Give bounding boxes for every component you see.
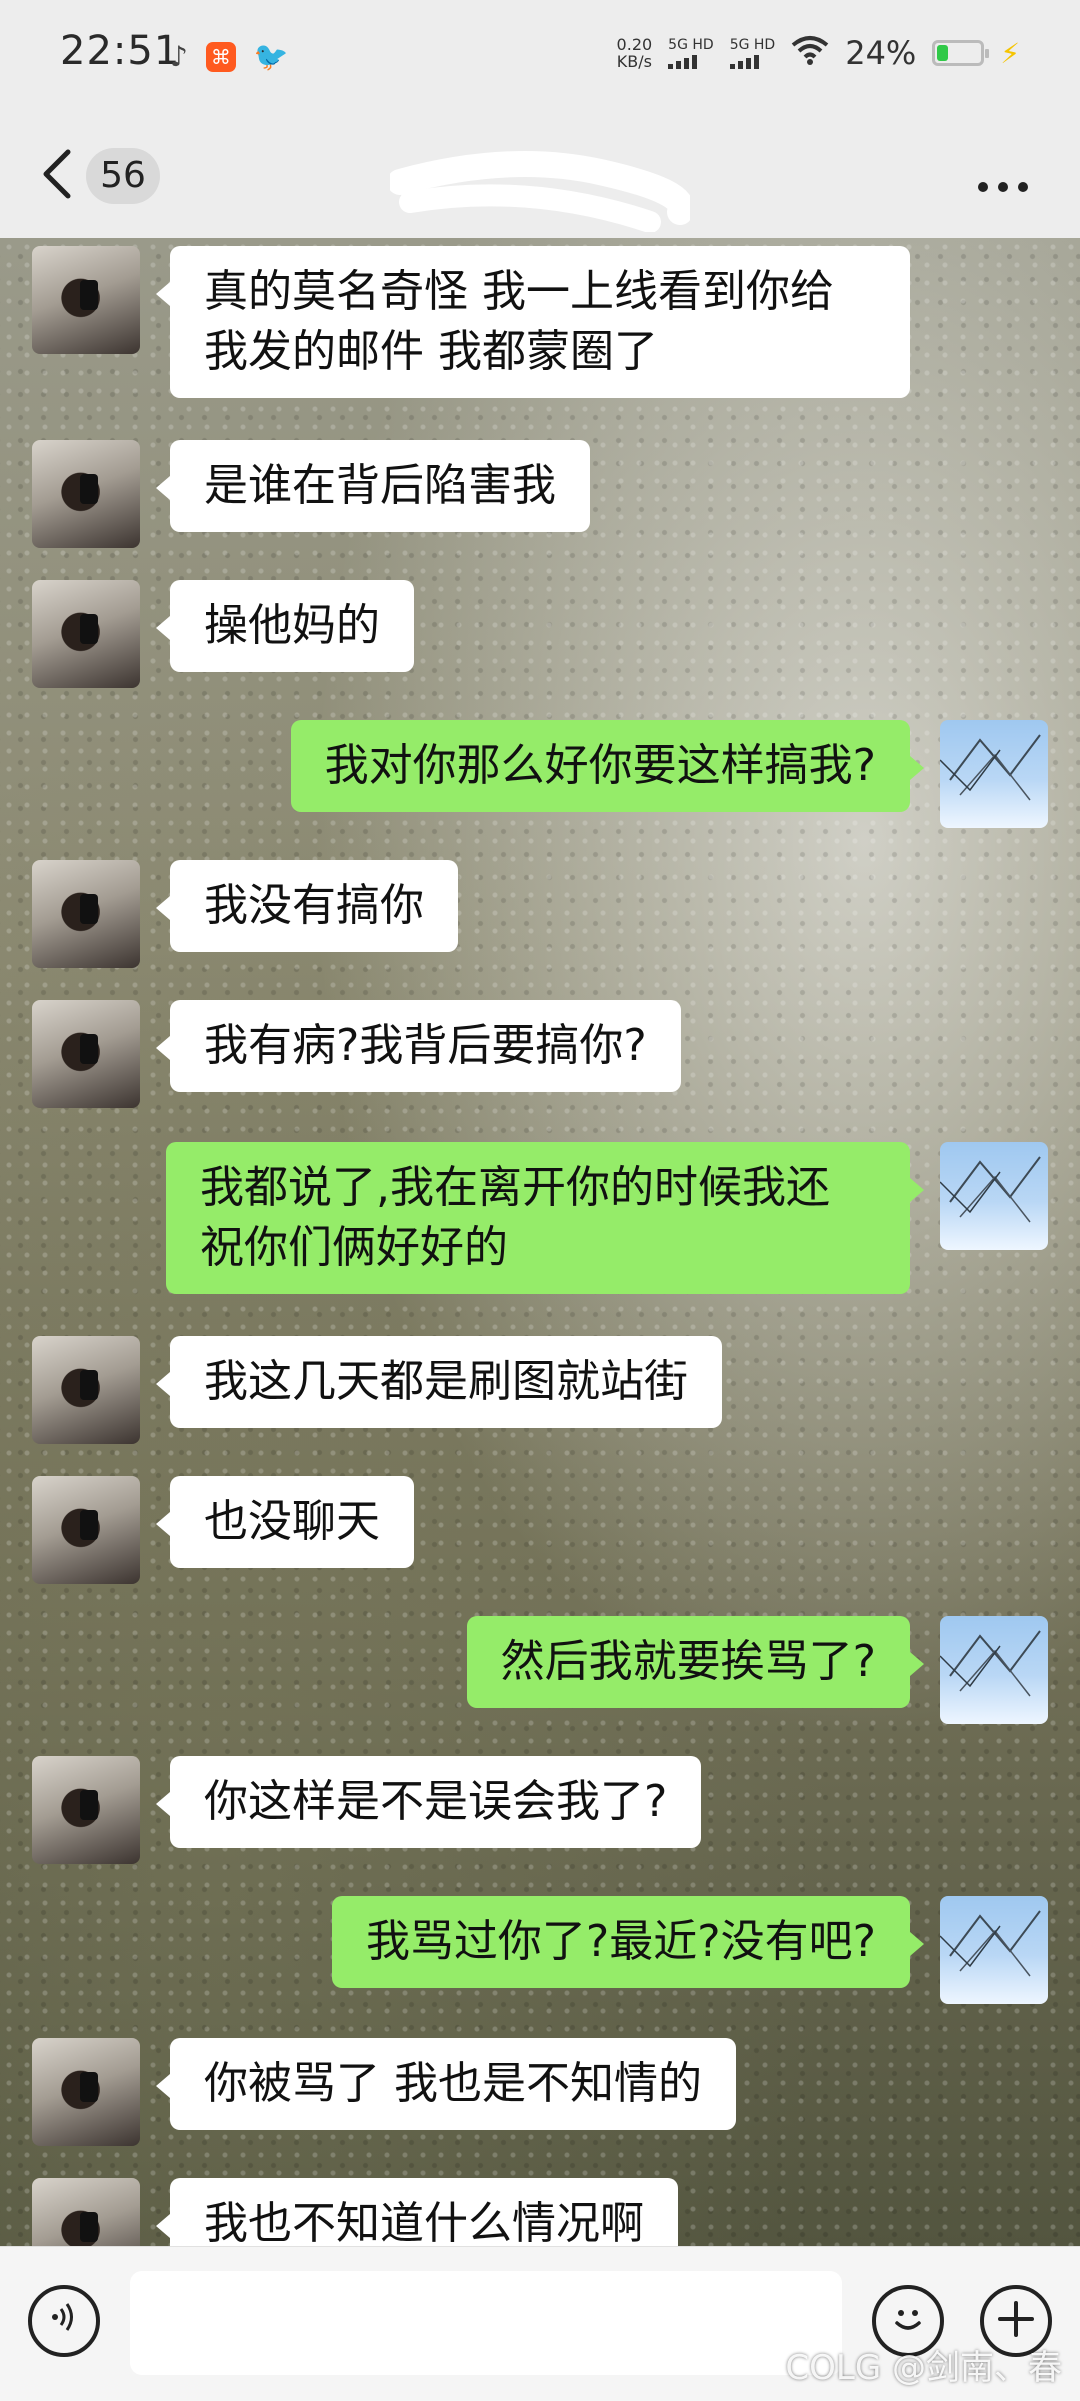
status-bar: 22:51 ♪ ⌘ 🐦 0.20 KB/s 5G HD 5G HD 24% ⚡ (0, 0, 1080, 118)
message-bubble[interactable]: 真的莫名奇怪 我一上线看到你给 我发的邮件 我都蒙圈了 (156, 246, 910, 398)
status-right: 0.20 KB/s 5G HD 5G HD 24% ⚡ (617, 34, 1020, 72)
self-avatar[interactable] (940, 1142, 1048, 1250)
voice-button[interactable] (28, 2285, 100, 2357)
battery-fill (937, 45, 948, 61)
status-time: 22:51 (60, 28, 181, 74)
contact-avatar[interactable] (32, 246, 140, 354)
message-bubble[interactable]: 我没有搞你 (156, 860, 458, 952)
message-bubble[interactable]: 我有病?我背后要搞你? (156, 1000, 681, 1092)
chat-message-list[interactable]: 真的莫名奇怪 我一上线看到你给 我发的邮件 我都蒙圈了 是谁在背后陷害我 操他妈… (0, 238, 1080, 2246)
message-text-line: 祝你们俩好好的 (200, 1222, 508, 1273)
signal-1: 5G HD (668, 37, 714, 69)
message-bubble[interactable]: 你这样是不是误会我了? (155, 1756, 702, 1848)
more-options-button[interactable] (976, 144, 1030, 207)
self-avatar[interactable] (940, 1896, 1048, 2004)
message-bubble[interactable]: 我也不知道什么情况啊 (156, 2178, 678, 2246)
network-speed-unit: KB/s (616, 52, 652, 71)
signal-bars-icon (668, 53, 698, 69)
signal-bars-icon (729, 53, 759, 69)
signal-1-label: 5G HD (668, 37, 714, 53)
message-text-line: 我发的邮件 我都蒙圈了 (204, 326, 658, 377)
message-bubble[interactable]: 也没聊天 (156, 1476, 414, 1568)
contact-avatar[interactable] (32, 1476, 140, 1584)
message-bubble[interactable]: 我这几天都是刷图就站街 (156, 1336, 722, 1428)
message-bubble[interactable]: 然后我就要挨骂了? (466, 1616, 925, 1708)
chevron-left-icon (38, 149, 74, 215)
message-bubble[interactable]: 你被骂了 我也是不知情的 (156, 2038, 736, 2130)
redaction-scribble (390, 151, 690, 232)
battery-percent: 24% (845, 34, 917, 72)
bird-icon: 🐦 (253, 40, 289, 73)
watermark: COLG @剑南、春 (785, 2348, 1062, 2388)
contact-avatar[interactable] (32, 580, 140, 688)
unread-count-badge[interactable]: 56 (86, 148, 160, 204)
contact-avatar[interactable] (32, 1000, 140, 1108)
message-text-line: 我都说了,我在离开你的时候我还 (200, 1162, 830, 1213)
wifi-icon (791, 35, 829, 72)
message-bubble[interactable]: 我对你那么好你要这样搞我? (290, 720, 925, 812)
music-note-icon: ♪ (170, 40, 188, 73)
emoji-icon (886, 2297, 930, 2345)
message-input[interactable] (130, 2271, 842, 2375)
charging-bolt-icon: ⚡ (1000, 36, 1020, 70)
contact-avatar[interactable] (32, 860, 140, 968)
network-speed: 0.20 KB/s (617, 36, 653, 70)
contact-avatar[interactable] (32, 2038, 140, 2146)
message-bubble[interactable]: 我都说了,我在离开你的时候我还 祝你们俩好好的 (166, 1142, 924, 1294)
network-speed-value: 0.20 (616, 35, 653, 54)
voice-icon (47, 2300, 81, 2342)
battery-icon (932, 40, 990, 66)
contact-avatar[interactable] (32, 2178, 140, 2246)
message-bubble[interactable]: 是谁在背后陷害我 (156, 440, 590, 532)
contact-avatar[interactable] (32, 440, 140, 548)
chat-header: 56 (0, 118, 1080, 238)
self-avatar[interactable] (940, 1616, 1048, 1724)
self-avatar[interactable] (940, 720, 1048, 828)
message-text-line: 真的莫名奇怪 我一上线看到你给 (204, 266, 834, 317)
contact-avatar[interactable] (32, 1336, 140, 1444)
status-left-icons: ♪ ⌘ 🐦 (170, 40, 289, 73)
input-bar: COLG @剑南、春 (0, 2246, 1080, 2401)
more-horizontal-icon (976, 144, 1030, 207)
back-button[interactable] (38, 146, 74, 214)
contact-avatar[interactable] (32, 1756, 140, 1864)
signal-2-label: 5G HD (729, 37, 776, 53)
app-notification-icon: ⌘ (205, 41, 236, 72)
message-bubble[interactable]: 操他妈的 (156, 580, 414, 672)
message-bubble[interactable]: 我骂过你了?最近?没有吧? (331, 1896, 925, 1988)
signal-2: 5G HD (729, 37, 776, 69)
